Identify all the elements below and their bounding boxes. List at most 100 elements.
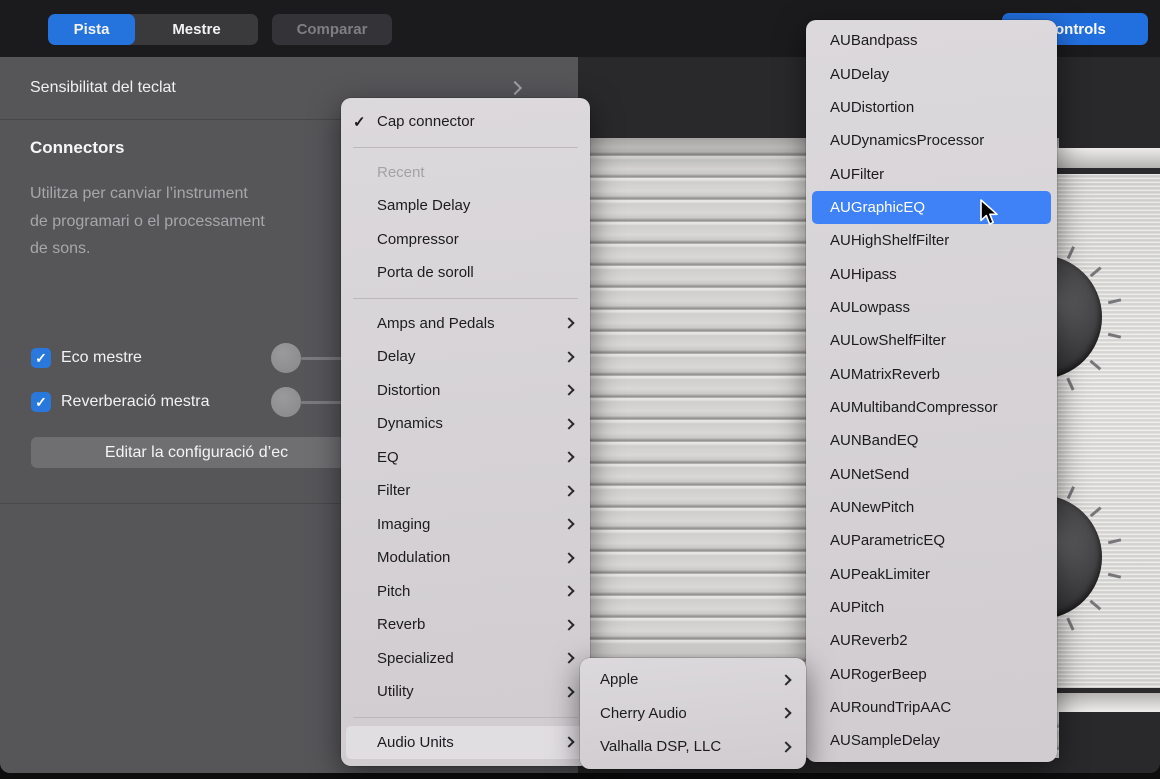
menu-item-audynamicsprocessor[interactable]: AUDynamicsProcessor [812,124,1051,157]
apple-audio-units-submenu: AUBandpass AUDelay AUDistortion AUDynami… [806,20,1057,762]
menu-item-auroundtripaac[interactable]: AURoundTripAAC [812,691,1051,724]
menu-item-label: Modulation [377,549,450,566]
menu-item-aubandpass[interactable]: AUBandpass [812,24,1051,57]
menu-item-porta-de-soroll[interactable]: Porta de soroll [341,256,590,290]
tab-pista[interactable]: Pista [48,14,135,45]
track-master-segmented-control: Pista Mestre [48,14,258,45]
chevron-right-icon [563,686,574,697]
menu-item-utility[interactable]: Utility [341,675,590,709]
menu-item-label: AUPeakLimiter [830,566,930,583]
menu-item-label: AUDynamicsProcessor [830,132,984,149]
menu-item-auhipass[interactable]: AUHipass [812,257,1051,290]
menu-item-distortion[interactable]: Distortion [341,374,590,408]
compare-button[interactable]: Comparar [272,14,392,45]
chevron-right-icon [563,351,574,362]
knob-tick [1090,507,1102,517]
menu-item-aurogerbeep[interactable]: AURogerBeep [812,658,1051,691]
knob-tick [1108,573,1121,578]
knob-tick [1067,618,1075,631]
menu-item-delay[interactable]: Delay [341,340,590,374]
menu-item-eq[interactable]: EQ [341,441,590,475]
knob-tick [1108,298,1121,303]
menu-item-label: Apple [600,671,638,688]
menu-item-amps-and-pedals[interactable]: Amps and Pedals [341,307,590,341]
menu-item-aumultibandcompressor[interactable]: AUMultibandCompressor [812,391,1051,424]
menu-item-label: AUDelay [830,66,889,83]
connectors-description: Utilitza per canviar l’instrument de pro… [30,180,350,263]
menu-item-label: Sample Delay [377,197,470,214]
chevron-right-icon [563,737,574,748]
menu-item-label: AULowpass [830,299,910,316]
mouse-cursor-icon [979,199,1003,232]
menu-item-aureverb2[interactable]: AUReverb2 [812,624,1051,657]
menu-item-label: AUHighShelfFilter [830,232,949,249]
menu-item-aufilter[interactable]: AUFilter [812,157,1051,190]
checkmark-icon: ✓ [353,113,366,131]
menu-item-label: Delay [377,348,415,365]
knob-tick [1067,378,1075,391]
menu-item-label: Cherry Audio [600,705,687,722]
menu-item-dynamics[interactable]: Dynamics [341,407,590,441]
amp-metal-panel [1057,140,1160,716]
master-reverb-checkbox[interactable]: ✓ [31,392,51,412]
menu-item-label: AUBandpass [830,32,918,49]
menu-item-cap-connector[interactable]: ✓ Cap connector [341,105,590,139]
knob-tick [1067,486,1075,499]
menu-item-label: Recent [377,164,425,181]
menu-item-sample-delay[interactable]: Sample Delay [341,189,590,223]
menu-item-auhighshelffilter[interactable]: AUHighShelfFilter [812,224,1051,257]
menu-item-label: AUGraphicEQ [830,199,925,216]
menu-item-aupitch[interactable]: AUPitch [812,591,1051,624]
amp-knob[interactable] [1057,495,1102,619]
menu-item-valhalla-dsp[interactable]: Valhalla DSP, LLC [580,730,806,764]
menu-item-imaging[interactable]: Imaging [341,508,590,542]
menu-header-recent: Recent [341,156,590,190]
description-line: de programari o el processament [30,208,350,236]
reverb-slider-knob[interactable] [271,387,301,417]
menu-item-audio-units[interactable]: Audio Units [346,726,585,760]
menu-item-modulation[interactable]: Modulation [341,541,590,575]
menu-item-label: Cap connector [377,113,475,130]
menu-item-augraphiceq-highlighted[interactable]: AUGraphicEQ [812,191,1051,224]
menu-item-label: EQ [377,449,399,466]
knob-tick [1090,267,1102,277]
menu-item-aunewpitch[interactable]: AUNewPitch [812,491,1051,524]
menu-item-aulowpass[interactable]: AULowpass [812,291,1051,324]
menu-item-label: AUHipass [830,266,897,283]
menu-item-ausampledelay[interactable]: AUSampleDelay [812,724,1051,757]
master-echo-checkbox[interactable]: ✓ [31,348,51,368]
chevron-right-icon [563,452,574,463]
chevron-right-icon [563,385,574,396]
brushed-metal-plate [1057,174,1160,688]
menu-item-audistortion[interactable]: AUDistortion [812,91,1051,124]
menu-separator [353,717,578,718]
menu-item-specialized[interactable]: Specialized [341,642,590,676]
menu-item-label: Filter [377,482,410,499]
echo-slider-knob[interactable] [271,343,301,373]
menu-item-compressor[interactable]: Compressor [341,223,590,257]
menu-item-pitch[interactable]: Pitch [341,575,590,609]
edit-echo-settings-button[interactable]: Editar la configuració d’ec [31,437,362,468]
keyboard-sensitivity-label: Sensibilitat del teclat [30,79,176,97]
menu-item-label: Amps and Pedals [377,315,495,332]
menu-item-aumatrixreverb[interactable]: AUMatrixReverb [812,357,1051,390]
menu-item-label: AUParametricEQ [830,532,945,549]
amp-knob[interactable] [1057,255,1102,379]
menu-item-aunetsend[interactable]: AUNetSend [812,457,1051,490]
tab-mestre[interactable]: Mestre [135,14,258,45]
menu-item-filter[interactable]: Filter [341,474,590,508]
menu-item-audelay[interactable]: AUDelay [812,57,1051,90]
knob-tick [1108,538,1121,543]
chevron-right-icon [780,674,791,685]
menu-item-aupeaklimiter[interactable]: AUPeakLimiter [812,558,1051,591]
menu-item-aulowshelffilter[interactable]: AULowShelfFilter [812,324,1051,357]
master-echo-label: Eco mestre [61,349,142,367]
menu-item-auparametriceq[interactable]: AUParametricEQ [812,524,1051,557]
chevron-right-icon [780,741,791,752]
menu-item-reverb[interactable]: Reverb [341,608,590,642]
chevron-right-icon [563,653,574,664]
menu-item-cherry-audio[interactable]: Cherry Audio [580,697,806,731]
menu-item-apple[interactable]: Apple [580,663,806,697]
menu-item-label: Audio Units [377,734,454,751]
menu-item-aunbandeq[interactable]: AUNBandEQ [812,424,1051,457]
